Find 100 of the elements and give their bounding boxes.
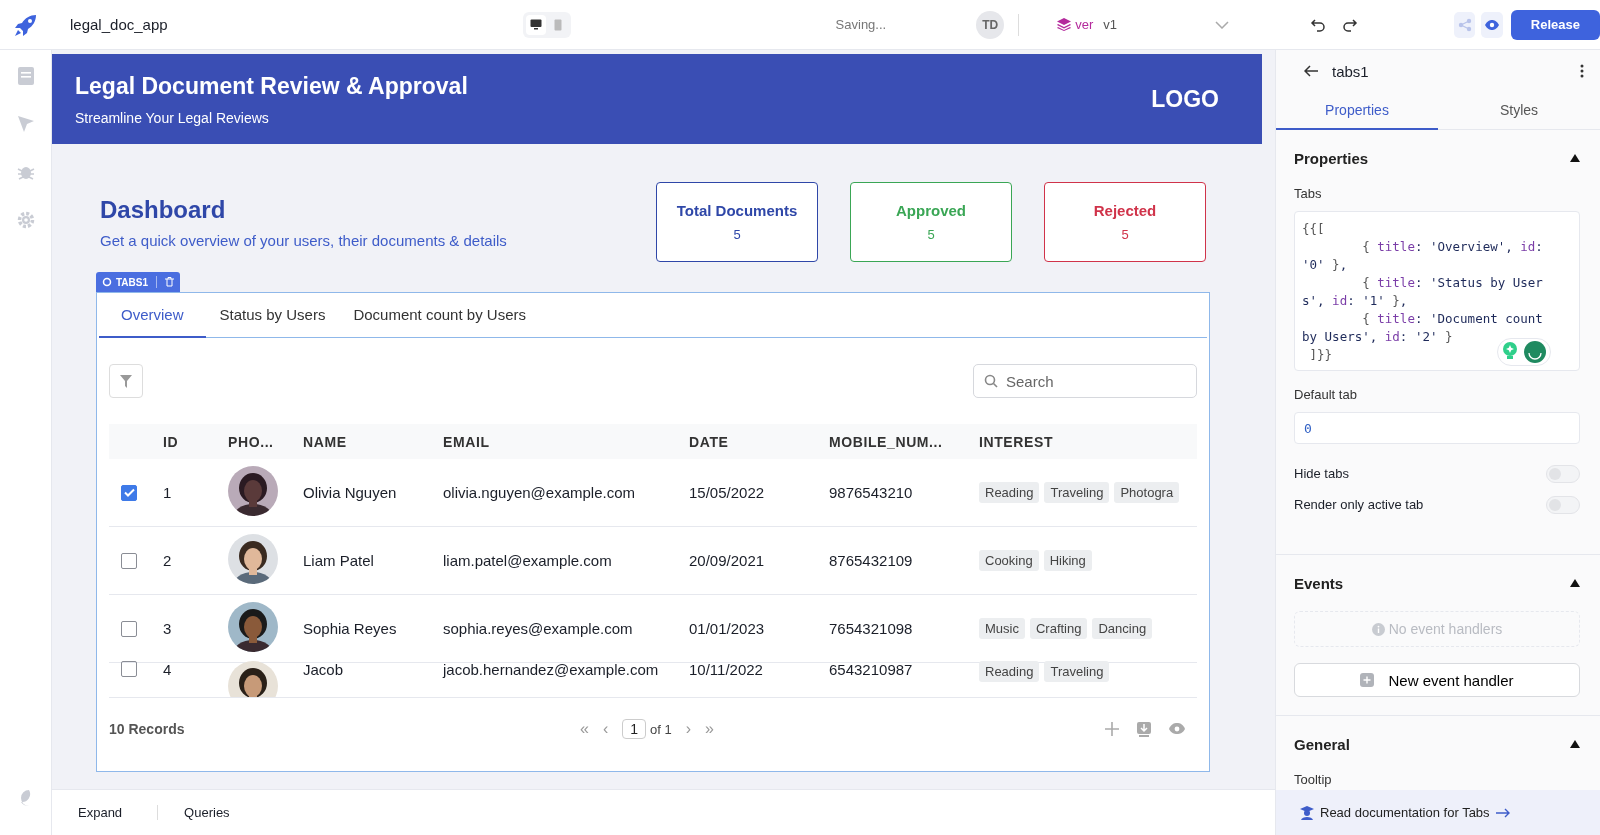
add-icon[interactable] [1105,721,1119,737]
page-total: of 1 [650,721,672,737]
tab[interactable]: Properties [1276,92,1438,130]
table-cell-text: 15/05/2022 [689,484,766,501]
app-name: legal_doc_app [70,16,168,33]
stat-label: Rejected [1093,202,1157,219]
more-options-icon[interactable] [1580,64,1584,78]
column-header[interactable]: EMAIL [443,433,689,450]
table-cell-text: 4 [163,661,173,678]
eye-icon[interactable] [1169,721,1185,737]
page-number-field[interactable]: 1 [622,719,647,739]
layers-icon [1057,18,1072,31]
table-cell-text: 9876543210 [829,484,914,501]
banner-title: Legal Document Review & Approval [75,72,468,100]
table-cell-text: Olivia Nguyen [303,484,398,501]
filter-icon [120,374,132,388]
toggle-switch[interactable] [1546,495,1580,514]
search-icon [984,374,998,388]
toggle-label: Hide tabs [1294,466,1349,481]
interest-tag: Photogra [1114,482,1180,503]
filter-button[interactable] [109,364,143,398]
empty-state-text: No event handlers [1388,621,1503,637]
tab[interactable]: Document count by Users [339,293,540,338]
table-cell-text: 6543210987 [829,661,914,678]
table-cell-text: Jacob [303,661,345,678]
interest-tag: Crafting [1029,618,1088,639]
dashboard-title: Dashboard [100,195,227,224]
row-checkbox[interactable] [121,620,137,637]
collapse-triangle-icon[interactable] [1570,579,1580,587]
table-cell-text: liam.patel@example.com [443,552,613,569]
table-cell-text: sophia.reyes@example.com [443,620,634,637]
toggle-label: Render only active tab [1294,497,1424,512]
field-label: Default tab [1294,387,1358,402]
chevron-down-icon[interactable] [1215,20,1229,29]
section-title: Events [1294,574,1344,592]
banner-subtitle: Streamline Your Legal Reviews [75,109,270,126]
collapse-triangle-icon[interactable] [1570,740,1580,748]
table-cell-text: 01/01/2023 [689,620,766,637]
column-header[interactable]: NAME [303,433,443,450]
table-cell-text: 2 [163,552,173,569]
table-cell-text: 3 [163,620,173,637]
table-cell-text: 10/11/2022 [689,661,764,678]
column-header[interactable]: PHO... [228,433,303,450]
table-cell-text: 7654321098 [829,620,914,637]
interest-tag: Music [979,618,1025,639]
stat-value: 5 [1121,227,1129,242]
tab[interactable]: Styles [1438,92,1600,130]
column-header[interactable]: DATE [689,433,829,450]
interest-tag: Hiking [1043,550,1092,571]
table-cell-text: jacob.hernandez@example.com [443,661,660,678]
info-icon [1371,622,1385,636]
collapse-triangle-icon[interactable] [1570,154,1580,162]
logo-text: LOGO [1151,85,1219,113]
interest-tag: Reading [979,482,1040,503]
interest-tag: Traveling [1044,661,1110,682]
table-cell-text: 20/09/2021 [689,552,766,569]
record-count: 10 Records [109,721,186,737]
row-checkbox[interactable] [121,552,137,569]
download-icon[interactable] [1137,721,1151,737]
section-title: Properties [1294,149,1369,167]
share-icon[interactable] [1454,11,1476,38]
back-arrow-icon[interactable] [1304,65,1318,77]
stat-value: 5 [733,227,741,242]
tab[interactable]: Overview [99,293,206,338]
eye-icon[interactable] [1481,11,1503,38]
field-label: Tabs [1294,186,1323,201]
save-status: Saving... [835,17,887,32]
row-checkbox[interactable] [121,484,137,501]
interest-tag: Dancing [1092,618,1153,639]
column-header[interactable]: INTEREST [979,433,1197,450]
row-checkbox[interactable] [121,661,137,677]
field-label: Tooltip [1294,772,1333,787]
interest-tag: Traveling [1044,482,1110,503]
toggle-switch[interactable] [1546,464,1580,483]
new-event-handler-button[interactable]: New event handler [1294,663,1580,697]
assistant-icon[interactable] [1524,341,1546,363]
table-cell-text: Liam Patel [303,552,375,569]
section-title: General [1294,735,1350,753]
version-value[interactable]: v1 [1103,17,1117,32]
table-cell-text: Sophia Reyes [303,620,398,637]
code-editor[interactable]: {{[ { title: 'Overview', id: '0' }, { title: 'Status by User s', id: '1' }, { title: 'Document count by Users', id: '2' } ]}} [1294,211,1580,371]
interest-tag: Reading [979,661,1040,682]
bottom-bar-tab[interactable]: Queries [158,805,256,820]
stat-value: 5 [927,227,935,242]
tab[interactable]: Status by Users [205,293,340,338]
table-cell-text: 1 [163,484,173,501]
arrow-right-icon [1495,807,1510,818]
user-avatar[interactable]: TD [976,10,1005,39]
component-badge[interactable]: TABS1 [96,272,181,292]
release-button[interactable]: Release [1510,9,1600,40]
search-field[interactable]: Search [973,364,1197,398]
stat-label: Approved [896,202,966,219]
version-label: ver [1075,17,1094,32]
bottom-bar-tab[interactable]: Expand [52,805,159,820]
column-header[interactable]: ID [163,433,228,450]
dashboard-subtitle: Get a quick overview of your users, their documents & details [100,231,508,249]
desktop-view-icon[interactable] [525,14,546,35]
column-header[interactable]: MOBILE_NUM... [829,433,979,450]
input-field[interactable]: 0 [1294,412,1580,444]
stat-label: Total Documents [676,202,798,219]
